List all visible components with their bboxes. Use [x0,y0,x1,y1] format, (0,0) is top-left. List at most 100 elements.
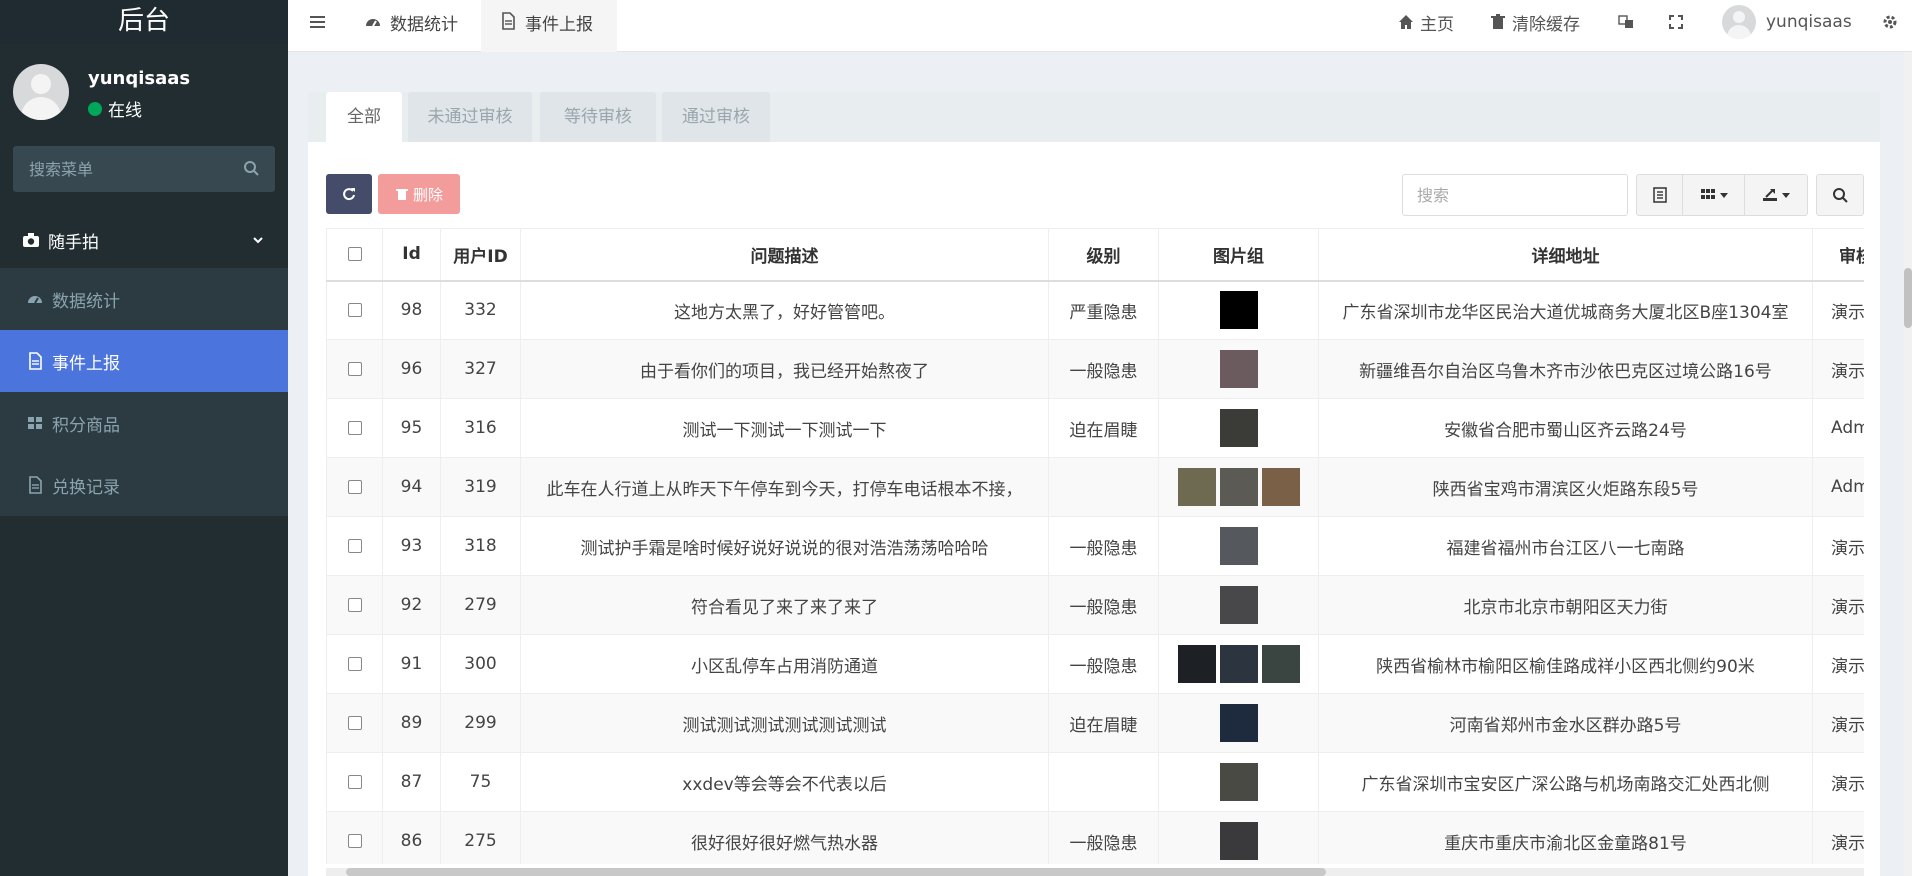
row-checkbox[interactable] [347,303,362,318]
image-thumbnail[interactable] [1219,527,1258,565]
row-checkbox[interactable] [347,480,362,494]
image-thumbnail[interactable] [1219,291,1258,330]
horizontal-scrollbar-thumb[interactable] [346,868,1326,876]
column-header-audit[interactable]: 审核 [1812,228,1864,282]
image-thumbnail[interactable] [1177,468,1216,506]
export-button[interactable] [1745,175,1807,215]
cell-user-id: 299 [440,693,521,753]
column-header-level[interactable]: 级别 [1048,228,1159,282]
column-header-id[interactable]: Id [382,228,441,282]
vertical-scrollbar-thumb[interactable] [1904,268,1912,328]
columns-icon [1700,189,1715,199]
menu-toggle-icon[interactable] [308,12,328,32]
column-header-description[interactable]: 问题描述 [520,228,1049,282]
cell-level [1048,457,1159,517]
cell-images [1158,811,1319,864]
settings-button[interactable] [1882,0,1904,44]
cell-id: 98 [382,280,441,340]
menu-group-label: 随手拍 [48,232,99,253]
cell-address: 安徽省合肥市蜀山区齐云路24号 [1318,398,1813,458]
table-row[interactable]: 89 299 测试测试测试测试测试测试 迫在眉睫 河南省郑州市金水区群办路5号 演示 [326,693,1864,753]
nav-tab-label: 数据统计 [390,15,458,35]
translate-button[interactable] [1618,0,1640,44]
image-thumbnail[interactable] [1219,822,1258,860]
status-tabs: 全部 未通过审核 等待审核 通过审核 [308,92,1880,142]
column-header-address[interactable]: 详细地址 [1318,228,1813,282]
sidebar-item-events[interactable]: 事件上报 [0,330,288,392]
row-checkbox[interactable] [347,421,362,435]
image-thumbnail[interactable] [1177,645,1216,683]
file-icon [29,352,42,370]
delete-button-label: 删除 [412,185,443,204]
table-row[interactable]: 96 327 由于看你们的项目，我已经开始熬夜了 一般隐患 新疆维吾尔自治区乌鲁木齐市沙… [326,339,1864,399]
image-thumbnail[interactable] [1219,763,1258,801]
image-thumbnail[interactable] [1219,409,1258,447]
sidebar-item-label: 数据统计 [52,291,120,312]
image-thumbnail[interactable] [1261,468,1300,506]
cell-images [1158,457,1319,517]
table-row[interactable]: 94 319 此车在人行道上从昨天下午停车到今天，打停车电话根本不接， 陕西省宝鸡市渭… [326,457,1864,517]
table-row[interactable]: 86 275 很好很好很好燃气热水器 一般隐患 重庆市重庆市渝北区金童路81号 演示 [326,811,1864,864]
sidebar-item-points-goods[interactable]: 积分商品 [0,392,288,454]
cell-id: 96 [382,339,441,399]
nav-tab-events[interactable]: 事件上报 [481,0,617,52]
app-logo[interactable]: 后台 [0,0,288,44]
cell-audit: 演示 [1812,811,1864,864]
tab-pending[interactable]: 等待审核 [540,92,656,142]
row-select-cell [326,516,383,576]
row-checkbox[interactable] [347,362,362,376]
user-menu[interactable]: yunqisaas [1722,0,1852,44]
cell-user-id: 75 [440,752,521,812]
image-thumbnail[interactable] [1219,468,1258,506]
image-thumbnail[interactable] [1261,645,1300,683]
toggle-view-button[interactable] [1637,175,1683,215]
table-row[interactable]: 93 318 测试护手霜是啥时候好说好说说的很对浩浩荡荡哈哈哈 一般隐患 福建省福州市台… [326,516,1864,576]
table-row[interactable]: 87 75 xxdev等会等会不代表以后 广东省深圳市宝安区广深公路与机场南路交汇处西… [326,752,1864,812]
cell-description: 测试一下测试一下测试一下 [520,398,1049,458]
advanced-search-button[interactable] [1816,174,1864,216]
row-checkbox[interactable] [347,834,362,848]
row-select-cell [326,398,383,458]
tab-all[interactable]: 全部 [326,92,402,142]
columns-button[interactable] [1683,175,1745,215]
fullscreen-button[interactable] [1668,0,1690,44]
search-icon[interactable] [243,160,259,176]
image-thumbnail[interactable] [1219,586,1258,624]
home-link[interactable]: 主页 [1398,0,1454,44]
row-checkbox[interactable] [347,539,362,553]
row-checkbox[interactable] [347,775,362,789]
file-icon [29,476,42,494]
table-row[interactable]: 92 279 符合看见了来了来了来了 一般隐患 北京市北京市朝阳区天力街 演示 [326,575,1864,635]
table-body: 98 332 这地方太黑了，好好管管吧。 严重隐患 广东省深圳市龙华区民治大道优城商务大… [326,280,1864,864]
column-header-user-id[interactable]: 用户ID [440,228,521,282]
clear-cache-button[interactable]: 清除缓存 [1490,0,1580,44]
row-checkbox[interactable] [347,716,362,730]
image-thumbnail[interactable] [1219,350,1258,388]
cell-address: 新疆维吾尔自治区乌鲁木齐市沙依巴克区过境公路16号 [1318,339,1813,399]
table-row[interactable]: 95316测试一下测试一下测试一下迫在眉睫 安徽省合肥市蜀山区齐云路24号Adm [326,398,1864,458]
tab-approved[interactable]: 通过审核 [662,92,770,142]
cell-id: 91 [382,634,441,694]
refresh-button[interactable] [326,174,372,214]
delete-button[interactable]: 删除 [378,174,460,214]
sidebar-item-stats[interactable]: 数据统计 [0,268,288,330]
select-all-checkbox[interactable] [347,247,362,262]
row-checkbox[interactable] [347,598,362,612]
vertical-scrollbar[interactable] [1904,52,1912,876]
menu-group-suishoupai[interactable]: 随手拍 [0,214,288,266]
sidebar-item-exchange-records[interactable]: 兑换记录 [0,454,288,516]
column-header-images[interactable]: 图片组 [1158,228,1319,282]
image-thumbnail[interactable] [1219,704,1258,742]
cell-level [1048,752,1159,812]
sidebar-item-label: 积分商品 [52,415,120,436]
nav-tab-stats[interactable]: 数据统计 [364,0,484,52]
row-select-cell [326,575,383,635]
tab-rejected[interactable]: 未通过审核 [408,92,532,142]
table-search-input[interactable] [1402,174,1628,216]
image-thumbnail[interactable] [1219,645,1258,683]
row-checkbox[interactable] [347,657,362,671]
sidebar-search-input[interactable] [13,146,275,192]
table-row[interactable]: 98 332 这地方太黑了，好好管管吧。 严重隐患 广东省深圳市龙华区民治大道优城商务大… [326,280,1864,340]
dashboard-icon [366,19,380,27]
table-row[interactable]: 91 300 小区乱停车占用消防通道 一般隐患 陕西省榆林市榆阳区榆佳路成祥小区西北侧约… [326,634,1864,694]
